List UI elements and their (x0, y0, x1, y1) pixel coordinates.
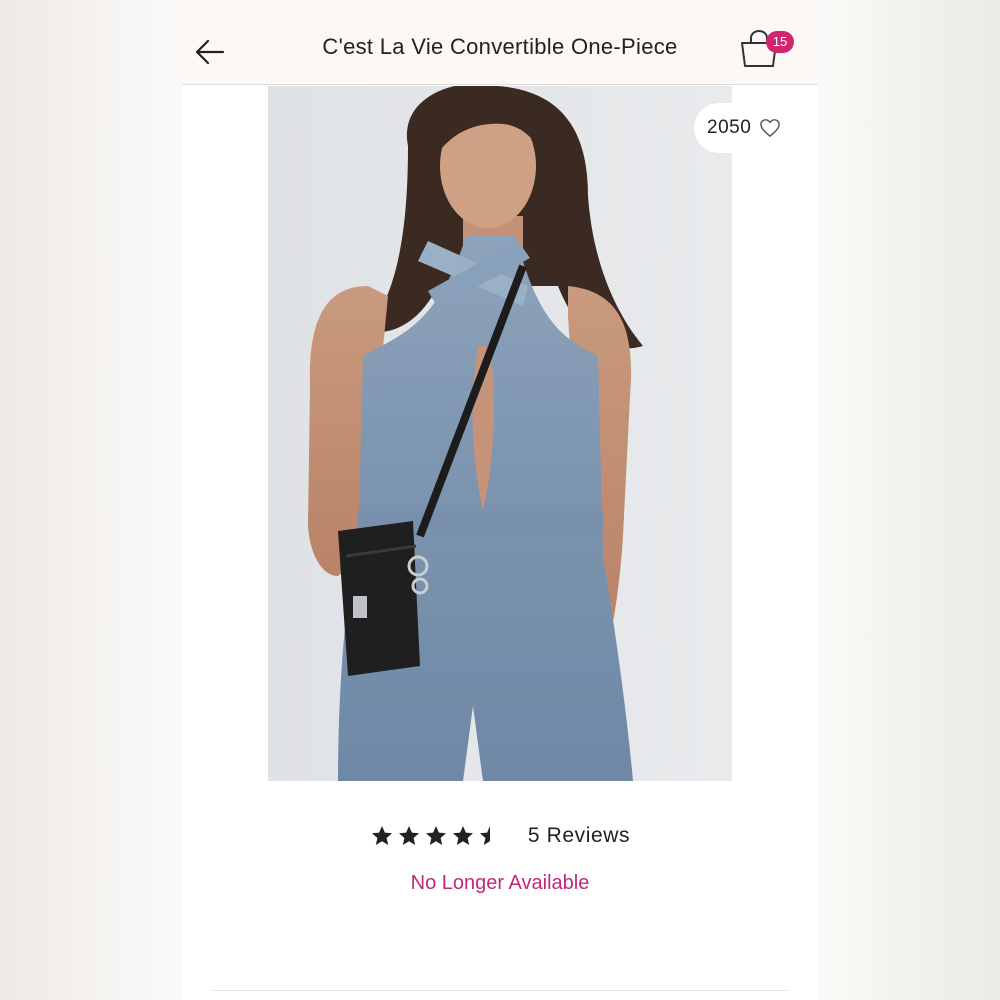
product-photo[interactable] (268, 86, 732, 781)
rating-row: 5 Reviews (182, 824, 818, 848)
product-photo-illustration (268, 86, 732, 781)
cart-count-badge: 15 (766, 31, 794, 53)
app-screen: C'est La Vie Convertible One-Piece 15 20… (182, 0, 818, 1000)
heart-outline-icon (760, 119, 781, 137)
star-half-icon (479, 826, 490, 845)
star-filled-icon (398, 826, 419, 845)
back-button[interactable] (190, 32, 230, 72)
star-filled-icon (452, 826, 473, 845)
like-count: 2050 (707, 117, 752, 138)
page-title: C'est La Vie Convertible One-Piece (322, 34, 678, 59)
divider (212, 990, 788, 991)
star-rating (370, 824, 502, 848)
arrow-left-icon (195, 39, 225, 65)
star-filled-icon (425, 826, 446, 845)
like-button[interactable]: 2050 (694, 103, 818, 153)
top-bar: C'est La Vie Convertible One-Piece (182, 0, 818, 85)
availability-status: No Longer Available (410, 872, 590, 894)
star-filled-icon (371, 826, 392, 845)
reviews-link[interactable]: 5 Reviews (528, 824, 630, 848)
